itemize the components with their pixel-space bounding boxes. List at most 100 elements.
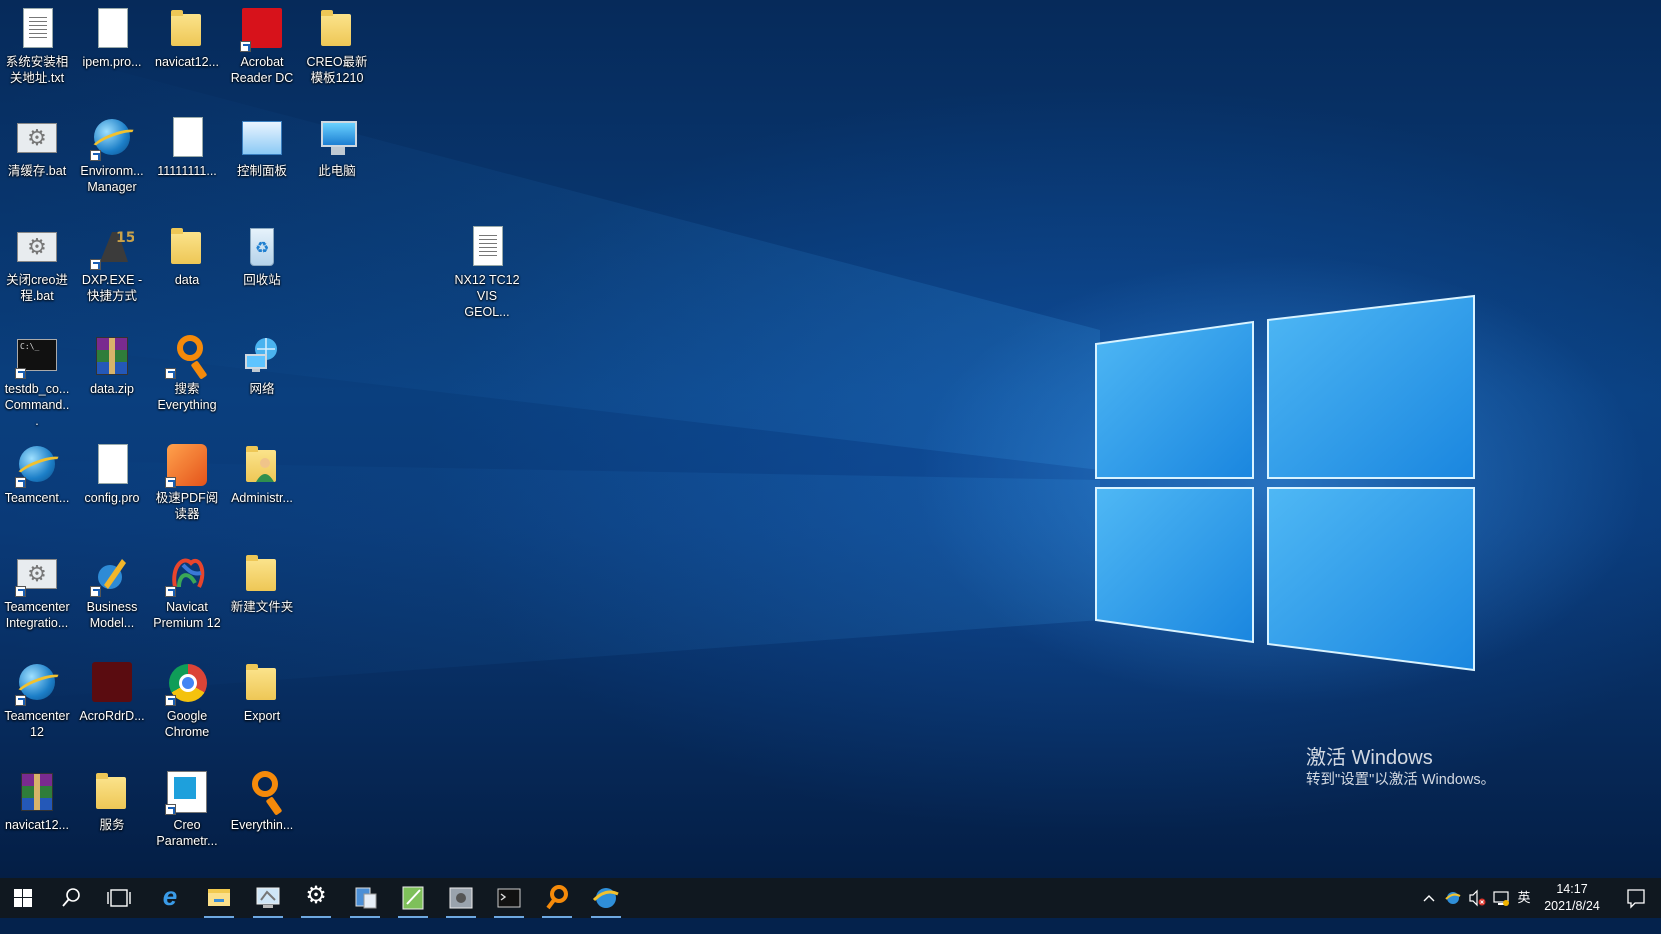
recycle-bin-icon <box>240 226 284 270</box>
desktop-icon-dxp-shortcut[interactable]: 15 DXP.EXE - 快捷方式 <box>76 220 148 320</box>
acrobat-reader-icon <box>240 8 284 52</box>
batch-file-icon <box>15 117 59 161</box>
desktop-icon-config-pro[interactable]: config.pro <box>76 438 148 538</box>
desktop-icon-this-pc[interactable]: 此电脑 <box>301 111 373 211</box>
desktop-icon-label: 系统安装相关地址.txt <box>5 55 69 85</box>
desktop-icon-acrobat-reader[interactable]: Acrobat Reader DC <box>226 2 298 102</box>
server-manager-button[interactable] <box>342 878 388 918</box>
teamcenter-button[interactable] <box>583 878 629 918</box>
desktop-icon-label: 清缓存.bat <box>7 164 67 178</box>
desktop-icon-business-modeler[interactable]: Business Model... <box>76 547 148 647</box>
everything-button[interactable] <box>534 878 580 918</box>
network-status-button[interactable] <box>1490 878 1512 918</box>
desktop-icon-everything[interactable]: Everythin... <box>226 765 298 865</box>
desktop-icon-data-zip[interactable]: data.zip <box>76 329 148 429</box>
activation-watermark: 激活 Windows 转到"设置"以激活 Windows。 <box>1306 746 1495 790</box>
desktop-icon-system-install-txt[interactable]: 系统安装相关地址.txt <box>1 2 73 102</box>
tray-teamcenter-button[interactable] <box>1442 878 1464 918</box>
desktop-icon-label: Creo Parametr... <box>156 818 218 848</box>
task-view-icon <box>107 889 131 907</box>
desktop-icon-label: AcroRdrD... <box>79 709 145 723</box>
desktop-icon-label: 网络 <box>249 382 275 396</box>
network-status-icon <box>1493 891 1509 906</box>
volume-muted-icon <box>1469 889 1486 907</box>
desktop-icon-label: Export <box>243 709 281 723</box>
internet-explorer-button[interactable]: e <box>147 878 193 918</box>
desktop-icon-label: 搜索 Everything <box>157 382 217 412</box>
desktop-icon-close-creo-bat[interactable]: 关闭creo进程.bat <box>1 220 73 320</box>
settings-gear-icon: ⚙ <box>305 882 327 909</box>
search-button[interactable] <box>48 878 94 918</box>
notepad-button[interactable] <box>390 878 436 918</box>
clock-time: 14:17 <box>1556 882 1588 896</box>
desktop-icon-control-panel[interactable]: 控制面板 <box>226 111 298 211</box>
network-icon <box>240 335 284 379</box>
desktop-icon-jisu-pdf[interactable]: 极速PDF阅读器 <box>151 438 223 538</box>
desktop-icon-creo-template-folder[interactable]: CREO最新模板1210 <box>301 2 373 102</box>
desktop-icon-recycle-bin[interactable]: 回收站 <box>226 220 298 320</box>
activation-subtitle: 转到"设置"以激活 Windows。 <box>1306 772 1496 788</box>
desktop-icon-acrordrd[interactable]: AcroRdrD... <box>76 656 148 756</box>
desktop-icon-testdb-command[interactable]: C:\_ testdb_co... Command... <box>1 329 73 429</box>
volume-button[interactable] <box>1466 878 1488 918</box>
desktop-icon-teamcenter-integration[interactable]: Teamcenter Integratio... <box>1 547 73 647</box>
desktop-icon-ipem-pro[interactable]: ipem.pro... <box>76 2 148 102</box>
desktop-icon-navicat-zip[interactable]: navicat12... <box>1 765 73 865</box>
jisu-pdf-icon <box>165 444 209 488</box>
desktop-icon-search-everything[interactable]: 搜索 Everything <box>151 329 223 429</box>
action-center-button[interactable] <box>1618 878 1654 918</box>
file-explorer-button[interactable] <box>196 878 242 918</box>
settings-button[interactable]: ⚙ <box>293 878 339 918</box>
tray-overflow-button[interactable] <box>1418 878 1440 918</box>
desktop-icon-11111111[interactable]: 11111111... <box>151 111 223 211</box>
everything-search-icon <box>165 335 209 379</box>
everything-search-icon <box>546 885 568 910</box>
desktop-icon-environment-manager[interactable]: Environm... Manager <box>76 111 148 211</box>
navicat-icon <box>165 553 209 597</box>
clock-date: 2021/8/24 <box>1544 899 1600 913</box>
command-prompt-button[interactable] <box>486 878 532 918</box>
desktop-icon-google-chrome[interactable]: Google Chrome <box>151 656 223 756</box>
desktop-icon-data-folder[interactable]: data <box>151 220 223 320</box>
server-manager-icon <box>355 887 377 909</box>
desktop-icon-label: 控制面板 <box>236 164 287 178</box>
system-config-button[interactable] <box>438 878 484 918</box>
desktop-icon-administrator[interactable]: Administr... <box>226 438 298 538</box>
teamcenter-icon <box>592 888 619 908</box>
remote-desktop-icon <box>256 887 280 908</box>
desktop-icon-services-folder[interactable]: 服务 <box>76 765 148 865</box>
desktop-icon-new-folder[interactable]: 新建文件夹 <box>226 547 298 647</box>
remote-desktop-button[interactable] <box>245 878 291 918</box>
desktop-icon-teamcenter[interactable]: Teamcent... <box>1 438 73 538</box>
start-button[interactable] <box>0 878 46 918</box>
desktop-icon-navicat-premium[interactable]: Navicat Premium 12 <box>151 547 223 647</box>
taskbar-clock[interactable]: 14:17 2021/8/24 <box>1522 881 1622 915</box>
dxp-icon: 15 <box>90 226 134 270</box>
desktop-icon-label: 服务 <box>99 818 125 832</box>
desktop-icon-export-folder[interactable]: Export <box>226 656 298 756</box>
desktop-icon-label: DXP.EXE - 快捷方式 <box>81 273 143 303</box>
text-document-icon <box>465 226 509 270</box>
desktop-icon-label: Teamcenter 12 <box>4 709 70 739</box>
blank-document-icon <box>90 8 134 52</box>
desktop-icon-label: ipem.pro... <box>82 55 142 69</box>
desktop-icon-navicat-folder[interactable]: navicat12... <box>151 2 223 102</box>
desktop-icon-label: 关闭creo进程.bat <box>6 273 68 303</box>
desktop-icon-creo-parametric[interactable]: Creo Parametr... <box>151 765 223 865</box>
desktop-icon-label: NX12 TC12 VIS GEOL... <box>454 273 520 319</box>
user-folder-icon <box>240 444 284 488</box>
desktop-icon-label: 此电脑 <box>318 164 356 178</box>
batch-file-icon <box>15 553 59 597</box>
desktop-icon-label: 极速PDF阅读器 <box>155 491 219 521</box>
desktop-icon-label: navicat12... <box>5 818 69 832</box>
desktop-icon-clear-cache-bat[interactable]: 清缓存.bat <box>1 111 73 211</box>
blank-document-icon <box>165 117 209 161</box>
desktop-icon-label: Navicat Premium 12 <box>153 600 221 630</box>
desktop-icon-nx12-tc12-vis[interactable]: NX12 TC12 VIS GEOL... <box>451 220 523 320</box>
desktop-icon-label: CREO最新模板1210 <box>306 55 368 85</box>
batch-file-icon <box>15 226 59 270</box>
desktop-icon-network[interactable]: 网络 <box>226 329 298 429</box>
task-view-button[interactable] <box>96 878 142 918</box>
desktop-icon-teamcenter-12[interactable]: Teamcenter 12 <box>1 656 73 756</box>
folder-icon <box>90 771 134 815</box>
